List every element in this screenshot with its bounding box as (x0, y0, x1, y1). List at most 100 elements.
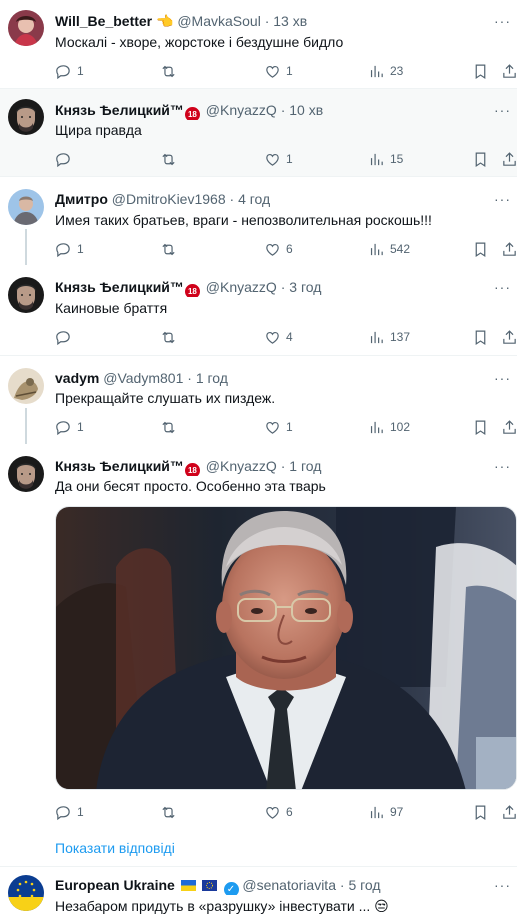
author-name[interactable]: Князь Ѣелицкий™ (55, 102, 184, 118)
views-button[interactable]: 15 (368, 149, 403, 169)
retweet-icon (160, 329, 177, 346)
tweet-header: Will_Be_better 👈 @MavkaSoul · 13 хв (55, 11, 487, 31)
retweet-button[interactable] (160, 417, 182, 437)
share-button[interactable] (501, 239, 517, 259)
retweet-button[interactable] (160, 149, 182, 169)
bookmark-button[interactable] (472, 61, 489, 81)
author-handle[interactable]: @senatoriavita (242, 877, 336, 893)
reply-button[interactable]: 1 (55, 417, 84, 437)
separator: · (187, 370, 192, 386)
bookmark-button[interactable] (472, 149, 489, 169)
author-handle[interactable]: @KnyazzQ (206, 279, 277, 295)
timestamp[interactable]: 4 год (238, 191, 270, 207)
reply-button[interactable]: 1 (55, 61, 84, 81)
like-button[interactable]: 1 (264, 61, 293, 81)
author-handle[interactable]: @KnyazzQ (206, 102, 277, 118)
reply-icon (55, 241, 72, 258)
like-button[interactable]: 6 (264, 802, 293, 822)
avatar[interactable] (8, 189, 44, 225)
author-handle[interactable]: @Vadym801 (103, 370, 183, 386)
more-options-icon[interactable]: ··· (494, 875, 511, 895)
reply-button[interactable] (55, 327, 77, 347)
bookmark-icon (472, 419, 489, 436)
views-button[interactable]: 97 (368, 802, 403, 822)
more-options-icon[interactable]: ··· (494, 368, 511, 388)
like-button[interactable]: 6 (264, 239, 293, 259)
share-button[interactable] (501, 61, 517, 81)
views-button[interactable]: 137 (368, 327, 410, 347)
bookmark-button[interactable] (472, 239, 489, 259)
views-icon (368, 151, 385, 168)
author-handle[interactable]: @KnyazzQ (206, 458, 277, 474)
separator: · (339, 877, 345, 893)
author-handle[interactable]: @DmitroKiev1968 (112, 191, 226, 207)
retweet-button[interactable] (160, 61, 182, 81)
like-icon (264, 63, 281, 80)
tweet-photo[interactable] (55, 506, 517, 790)
reply-button[interactable]: 1 (55, 802, 84, 822)
timestamp[interactable]: 1 год (289, 458, 321, 474)
avatar[interactable] (8, 277, 44, 313)
share-button[interactable] (501, 802, 517, 822)
like-button[interactable]: 4 (264, 327, 293, 347)
avatar[interactable] (8, 99, 44, 135)
author-name[interactable]: European Ukraine (55, 877, 175, 893)
action-bar: 1 1 102 (55, 417, 509, 437)
view-count: 97 (390, 805, 404, 819)
more-options-icon[interactable]: ··· (494, 456, 511, 476)
tweet-4[interactable]: Князь Ѣелицкий™ 18 @KnyazzQ · 3 год ··· К… (0, 265, 517, 353)
tweet-header: European Ukraine ✓ @senatoriavita · 5 го… (55, 875, 487, 895)
author-name[interactable]: Will_Be_better (55, 13, 152, 29)
bookmark-icon (472, 241, 489, 258)
like-button[interactable]: 1 (264, 149, 293, 169)
views-button[interactable]: 23 (368, 61, 403, 81)
avatar[interactable] (8, 368, 44, 404)
bookmark-button[interactable] (472, 802, 489, 822)
more-options-icon[interactable]: ··· (494, 189, 511, 209)
share-button[interactable] (501, 327, 517, 347)
avatar[interactable] (8, 10, 44, 46)
reply-button[interactable] (55, 149, 77, 169)
author-name[interactable]: Князь Ѣелицкий™ (55, 458, 184, 474)
like-button[interactable]: 1 (264, 417, 293, 437)
like-icon (264, 419, 281, 436)
views-button[interactable]: 542 (368, 239, 410, 259)
avatar[interactable] (8, 875, 44, 911)
thread-line (25, 408, 27, 444)
author-name[interactable]: Князь Ѣелицкий™ (55, 279, 184, 295)
more-options-icon[interactable]: ··· (494, 100, 511, 120)
tweet-5[interactable]: vadym @Vadym801 · 1 год ··· Прекращайте … (0, 356, 517, 444)
retweet-button[interactable] (160, 802, 182, 822)
author-handle[interactable]: @MavkaSoul (177, 13, 260, 29)
author-name[interactable]: vadym (55, 370, 99, 386)
tweet-2[interactable]: Князь Ѣелицкий™ 18 @KnyazzQ · 10 хв ··· Щ… (0, 89, 517, 176)
like-count: 6 (286, 805, 293, 819)
more-options-icon[interactable]: ··· (494, 277, 511, 297)
reply-count: 1 (77, 420, 84, 434)
timestamp[interactable]: 3 год (289, 279, 321, 295)
views-button[interactable]: 102 (368, 417, 410, 437)
tweet-3[interactable]: Дмитро @DmitroKiev1968 · 4 год ··· Имея … (0, 177, 517, 265)
separator: · (280, 458, 286, 474)
timestamp[interactable]: 13 хв (273, 13, 307, 29)
tweet-text: Прекращайте слушать их пиздеж. (55, 390, 276, 406)
timestamp[interactable]: 5 год (348, 877, 380, 893)
tweet-1[interactable]: Will_Be_better 👈 @MavkaSoul · 13 хв ··· … (0, 0, 517, 88)
timestamp[interactable]: 10 хв (289, 102, 323, 118)
retweet-button[interactable] (160, 327, 182, 347)
share-button[interactable] (501, 149, 517, 169)
reply-button[interactable]: 1 (55, 239, 84, 259)
share-button[interactable] (501, 417, 517, 437)
bookmark-icon (472, 63, 489, 80)
author-name[interactable]: Дмитро (55, 191, 108, 207)
retweet-button[interactable] (160, 239, 182, 259)
show-replies-link[interactable]: Показати відповіді (55, 838, 175, 858)
timestamp[interactable]: 1 год (196, 370, 228, 386)
more-options-icon[interactable]: ··· (494, 11, 511, 31)
reply-count: 1 (77, 64, 84, 78)
bookmark-button[interactable] (472, 417, 489, 437)
tweet-text: Да они бесят просто. Особенно эта тварь (55, 478, 326, 494)
avatar[interactable] (8, 456, 44, 492)
tweet-7[interactable]: European Ukraine ✓ @senatoriavita · 5 го… (0, 867, 517, 921)
bookmark-button[interactable] (472, 327, 489, 347)
